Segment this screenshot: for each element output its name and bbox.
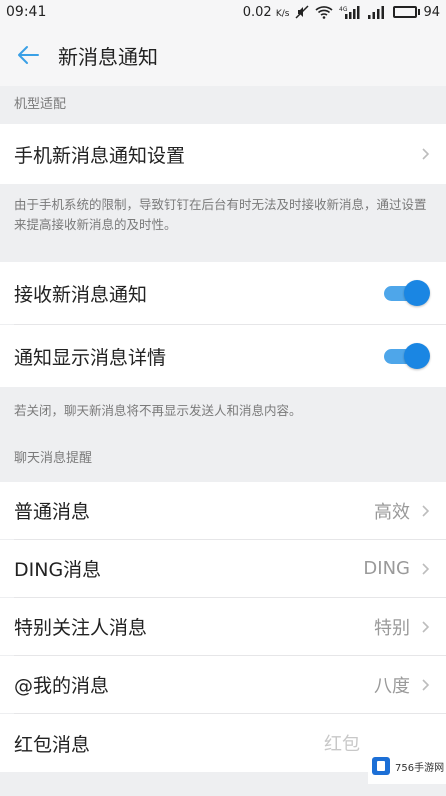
- row-value: 特别: [374, 617, 410, 639]
- receive-note: 若关闭，聊天新消息将不再显示发送人和消息内容。: [14, 403, 302, 418]
- svg-text:4G: 4G: [339, 6, 348, 13]
- receive-notification-toggle[interactable]: [384, 280, 430, 306]
- page-title: 新消息通知: [58, 44, 158, 69]
- show-details-row: 通知显示消息详情: [0, 325, 446, 387]
- row-label: 特别关注人消息: [14, 617, 148, 639]
- battery-icon: 94: [393, 5, 440, 20]
- status-bar: 09:41 0.02 K/s 4G 94: [0, 0, 446, 24]
- chevron-right-icon: [422, 620, 430, 633]
- battery-level: 94: [423, 4, 440, 20]
- wifi-icon: [315, 5, 333, 19]
- status-time: 09:41: [6, 4, 47, 20]
- watermark-text: 756手游网: [395, 762, 445, 774]
- signal-icon: [367, 5, 387, 19]
- watermark-logo-icon: [372, 757, 390, 775]
- alert-item-special[interactable]: 特别关注人消息 特别: [0, 598, 446, 655]
- show-details-toggle[interactable]: [384, 343, 430, 369]
- row-value: 八度: [374, 675, 410, 697]
- row-value: DING: [363, 558, 410, 579]
- chevron-right-icon: [422, 148, 430, 160]
- alert-item-mention[interactable]: @我的消息 八度: [0, 656, 446, 713]
- row-value: 红包: [324, 734, 360, 755]
- section-header-alerts: 聊天消息提醒: [14, 450, 93, 466]
- chevron-right-icon: [422, 678, 430, 691]
- row-label: DING消息: [14, 559, 102, 581]
- status-icons: 0.02 K/s 4G 94: [243, 5, 440, 20]
- receive-notification-row: 接收新消息通知: [0, 262, 446, 324]
- row-label: 手机新消息通知设置: [14, 144, 186, 167]
- back-button[interactable]: [0, 24, 56, 86]
- signal-4g-icon: 4G: [339, 5, 361, 19]
- chevron-right-icon: [422, 504, 430, 517]
- back-arrow-icon: [18, 46, 39, 64]
- watermark: 756手游网: [368, 748, 446, 784]
- mute-icon: [295, 5, 309, 19]
- network-speed: 0.02 K/s: [242, 4, 290, 20]
- row-label: 通知显示消息详情: [14, 346, 167, 369]
- row-label: 接收新消息通知: [14, 283, 148, 306]
- phone-notification-settings-row[interactable]: 手机新消息通知设置: [0, 124, 446, 184]
- app-bar: 新消息通知: [0, 24, 446, 86]
- row-label: @我的消息: [14, 675, 110, 697]
- alert-item-normal[interactable]: 普通消息 高效: [0, 482, 446, 539]
- chevron-right-icon: [422, 562, 430, 575]
- row-label: 普通消息: [14, 501, 91, 523]
- alert-item-ding[interactable]: DING消息 DING: [0, 540, 446, 597]
- device-note: 由于手机系统的限制，导致钉钉在后台有时无法及时接收新消息，通过设置来提高接收新消…: [14, 197, 427, 232]
- row-label: 红包消息: [14, 733, 91, 756]
- row-value: 高效: [374, 501, 410, 523]
- section-header-device: 机型适配: [14, 96, 67, 112]
